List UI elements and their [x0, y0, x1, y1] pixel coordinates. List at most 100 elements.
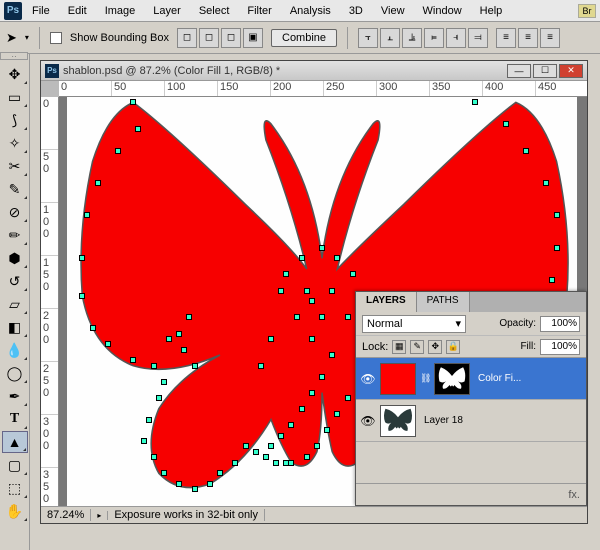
combine-button[interactable]: Combine: [271, 29, 337, 47]
type-tool[interactable]: T: [2, 408, 28, 430]
menu-view[interactable]: View: [373, 2, 413, 20]
anchor-point[interactable]: [79, 255, 85, 261]
menu-3d[interactable]: 3D: [341, 2, 371, 20]
anchor-point[interactable]: [207, 481, 213, 487]
anchor-point[interactable]: [554, 212, 560, 218]
align-right-button[interactable]: ⫤: [468, 28, 488, 48]
menu-image[interactable]: Image: [97, 2, 144, 20]
menu-file[interactable]: File: [24, 2, 58, 20]
3d-tool[interactable]: ⬚: [2, 477, 28, 499]
anchor-point[interactable]: [288, 460, 294, 466]
anchor-point[interactable]: [151, 363, 157, 369]
anchor-point[interactable]: [161, 379, 167, 385]
dist-3-button[interactable]: ≡: [540, 28, 560, 48]
anchor-point[interactable]: [217, 470, 223, 476]
tab-layers[interactable]: LAYERS: [356, 292, 417, 312]
anchor-point[interactable]: [232, 460, 238, 466]
align-left-button[interactable]: ⫢: [424, 28, 444, 48]
anchor-point[interactable]: [192, 486, 198, 492]
tab-paths[interactable]: PATHS: [417, 292, 470, 312]
zoom-readout[interactable]: 87.24%: [41, 509, 91, 521]
anchor-point[interactable]: [263, 454, 269, 460]
layer-thumbnail[interactable]: [380, 363, 416, 395]
anchor-point[interactable]: [283, 271, 289, 277]
lasso-tool[interactable]: ⟆: [2, 109, 28, 131]
gradient-tool[interactable]: ◧: [2, 316, 28, 338]
path-add-button[interactable]: ◻: [177, 28, 197, 48]
anchor-point[interactable]: [192, 363, 198, 369]
anchor-point[interactable]: [141, 438, 147, 444]
eraser-tool[interactable]: ▱: [2, 293, 28, 315]
layer-row[interactable]: 👁 Layer 18: [356, 400, 586, 442]
anchor-point[interactable]: [79, 293, 85, 299]
anchor-point[interactable]: [156, 395, 162, 401]
anchor-point[interactable]: [543, 180, 549, 186]
anchor-point[interactable]: [186, 314, 192, 320]
hand-tool[interactable]: ✋: [2, 500, 28, 522]
menu-window[interactable]: Window: [415, 2, 470, 20]
blend-mode-select[interactable]: Normal▾: [362, 315, 466, 333]
anchor-point[interactable]: [268, 336, 274, 342]
move-tool[interactable]: ✥: [2, 63, 28, 85]
align-top-button[interactable]: ⫟: [358, 28, 378, 48]
anchor-point[interactable]: [258, 363, 264, 369]
shape-tool[interactable]: ▢: [2, 454, 28, 476]
pen-tool[interactable]: ✒: [2, 385, 28, 407]
anchor-point[interactable]: [273, 460, 279, 466]
anchor-point[interactable]: [350, 271, 356, 277]
anchor-point[interactable]: [151, 454, 157, 460]
anchor-point[interactable]: [299, 406, 305, 412]
anchor-point[interactable]: [345, 314, 351, 320]
lock-all-button[interactable]: 🔒: [446, 340, 460, 354]
visibility-toggle[interactable]: 👁: [360, 414, 376, 428]
opacity-input[interactable]: 100%: [540, 316, 580, 332]
anchor-point[interactable]: [130, 357, 136, 363]
layer-row[interactable]: 👁 ⛓ Color Fi...: [356, 358, 586, 400]
anchor-point[interactable]: [523, 148, 529, 154]
anchor-point[interactable]: [181, 347, 187, 353]
anchor-point[interactable]: [130, 99, 136, 105]
anchor-point[interactable]: [309, 298, 315, 304]
menu-select[interactable]: Select: [191, 2, 238, 20]
layer-name[interactable]: Layer 18: [420, 415, 463, 426]
dist-2-button[interactable]: ≡: [518, 28, 538, 48]
anchor-point[interactable]: [176, 481, 182, 487]
anchor-point[interactable]: [278, 288, 284, 294]
anchor-point[interactable]: [84, 212, 90, 218]
anchor-point[interactable]: [329, 288, 335, 294]
menu-analysis[interactable]: Analysis: [282, 2, 339, 20]
menu-layer[interactable]: Layer: [145, 2, 189, 20]
menu-edit[interactable]: Edit: [60, 2, 95, 20]
lock-pixels-button[interactable]: ✎: [410, 340, 424, 354]
anchor-point[interactable]: [345, 395, 351, 401]
anchor-point[interactable]: [319, 374, 325, 380]
eyedropper-tool[interactable]: ✎: [2, 178, 28, 200]
marquee-tool[interactable]: ▭: [2, 86, 28, 108]
maximize-button[interactable]: ☐: [533, 64, 557, 78]
anchor-point[interactable]: [115, 148, 121, 154]
anchor-point[interactable]: [95, 180, 101, 186]
document-titlebar[interactable]: Ps shablon.psd @ 87.2% (Color Fill 1, RG…: [41, 61, 587, 81]
layer-name[interactable]: Color Fi...: [474, 373, 521, 384]
anchor-point[interactable]: [554, 245, 560, 251]
minimize-button[interactable]: —: [507, 64, 531, 78]
anchor-point[interactable]: [503, 121, 509, 127]
anchor-point[interactable]: [146, 417, 152, 423]
brush-tool[interactable]: ✏: [2, 224, 28, 246]
dodge-tool[interactable]: ◯: [2, 362, 28, 384]
path-selection-tool[interactable]: ▲: [2, 431, 28, 453]
path-intersect-button[interactable]: ◻: [221, 28, 241, 48]
anchor-point[interactable]: [319, 245, 325, 251]
mask-thumbnail[interactable]: [434, 363, 470, 395]
blur-tool[interactable]: 💧: [2, 339, 28, 361]
lock-transparency-button[interactable]: ▦: [392, 340, 406, 354]
mask-link-icon[interactable]: ⛓: [420, 373, 430, 384]
visibility-toggle[interactable]: 👁: [360, 372, 376, 386]
anchor-point[interactable]: [105, 341, 111, 347]
path-subtract-button[interactable]: ◻: [199, 28, 219, 48]
anchor-point[interactable]: [309, 336, 315, 342]
anchor-point[interactable]: [161, 470, 167, 476]
fill-input[interactable]: 100%: [540, 339, 580, 355]
palette-handle[interactable]: ··: [0, 52, 28, 60]
bridge-button[interactable]: Br: [578, 4, 596, 18]
